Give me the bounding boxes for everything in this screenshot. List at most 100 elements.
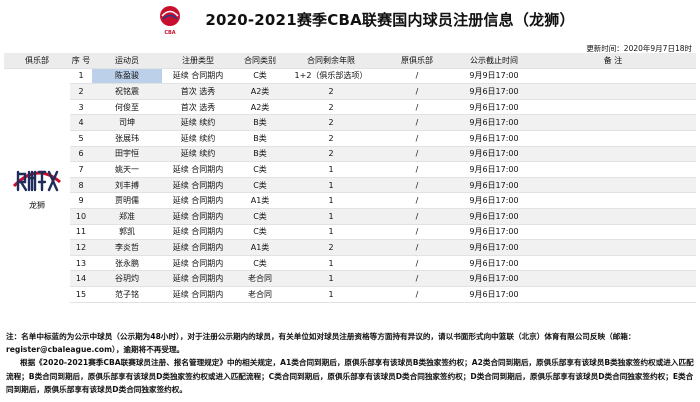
- cell-athlete: 何俊至: [92, 99, 162, 116]
- cell-number: 12: [70, 239, 92, 256]
- cell-original-club: /: [376, 161, 458, 178]
- cell-number: 11: [70, 224, 92, 241]
- table-row: 13 张永鹏 延续 合同期内 C类 1 / 9月6日17:00: [4, 255, 696, 272]
- cell-registration-type: 延续 续约: [162, 114, 234, 131]
- cell-number: 5: [70, 130, 92, 147]
- cell-contract-category: C类: [234, 255, 286, 272]
- header-remarks: 备 注: [530, 53, 696, 69]
- cell-contract-category: C类: [234, 177, 286, 194]
- cell-athlete[interactable]: 陈盈骏: [92, 68, 162, 85]
- header-original-club: 原俱乐部: [376, 53, 458, 69]
- cell-contract-category: A2类: [234, 83, 286, 100]
- cell-remaining-years: 1: [286, 161, 376, 178]
- table-row: 8 刘丰搏 延续 合同期内 C类 1 / 9月6日17:00: [4, 177, 696, 194]
- table-row: 6 田宇恒 延续 续约 B类 2 / 9月6日17:00: [4, 146, 696, 163]
- cell-remarks: [530, 161, 696, 178]
- cell-contract-category: 老合同: [234, 270, 286, 287]
- cell-number: 15: [70, 286, 92, 303]
- cell-athlete: 张永鹏: [92, 255, 162, 272]
- cell-remaining-years: 1: [286, 255, 376, 272]
- cell-contract-category: C类: [234, 68, 286, 85]
- cell-original-club: /: [376, 208, 458, 225]
- cell-athlete: 谷玥灼: [92, 270, 162, 287]
- cell-remaining-years: 2: [286, 83, 376, 100]
- cell-contract-category: C类: [234, 161, 286, 178]
- cell-registration-type: 首次 选秀: [162, 83, 234, 100]
- cell-contract-category: A1类: [234, 192, 286, 209]
- cell-athlete: 祝铭震: [92, 83, 162, 100]
- cell-deadline: 9月6日17:00: [458, 239, 530, 256]
- cell-athlete: 司坤: [92, 114, 162, 131]
- cell-remaining-years: 2: [286, 146, 376, 163]
- cell-original-club: /: [376, 270, 458, 287]
- table-row: 11 郭凯 延续 合同期内 C类 1 / 9月6日17:00: [4, 224, 696, 241]
- cell-registration-type: 延续 合同期内: [162, 192, 234, 209]
- cell-remaining-years: 1: [286, 177, 376, 194]
- cell-athlete: 范子铭: [92, 286, 162, 303]
- cell-contract-category: B类: [234, 146, 286, 163]
- cell-number: 14: [70, 270, 92, 287]
- cell-registration-type: 延续 续约: [162, 146, 234, 163]
- cell-number: 7: [70, 161, 92, 178]
- cell-original-club: /: [376, 114, 458, 131]
- cell-number: 1: [70, 68, 92, 85]
- table-row: 4 司坤 延续 续约 B类 2 / 9月6日17:00: [4, 114, 696, 131]
- cell-contract-category: C类: [234, 208, 286, 225]
- cell-registration-type: 延续 续约: [162, 130, 234, 147]
- cell-remarks: [530, 224, 696, 241]
- dragon-lion-logo-icon: [12, 170, 61, 191]
- cell-registration-type: 延续 合同期内: [162, 177, 234, 194]
- cell-athlete: 张展玮: [92, 130, 162, 147]
- cell-number: 6: [70, 146, 92, 163]
- header-remaining-years: 合同剩余年限: [286, 53, 376, 69]
- cell-athlete: 田宇恒: [92, 146, 162, 163]
- cell-remaining-years: 2: [286, 114, 376, 131]
- cell-original-club: /: [376, 83, 458, 100]
- cell-number: 13: [70, 255, 92, 272]
- cell-remarks: [530, 192, 696, 209]
- cell-deadline: 9月6日17:00: [458, 83, 530, 100]
- cell-deadline: 9月6日17:00: [458, 177, 530, 194]
- table-row: 14 谷玥灼 延续 合同期内 老合同 1 / 9月6日17:00: [4, 270, 696, 287]
- cell-remarks: [530, 177, 696, 194]
- header-club: 俱乐部: [4, 53, 70, 69]
- cell-registration-type: 延续 合同期内: [162, 286, 234, 303]
- cell-number: 2: [70, 83, 92, 100]
- cell-registration-type: 首次 选秀: [162, 99, 234, 116]
- table-row: 15 范子铭 延续 合同期内 老合同 1 / 9月6日17:00: [4, 286, 696, 303]
- cell-registration-type: 延续 合同期内: [162, 224, 234, 241]
- table-row: 12 李炎哲 延续 合同期内 A1类 2 / 9月6日17:00: [4, 239, 696, 256]
- note-regulations: 根据《2020-2021赛季CBA联赛球员注册、报名管理规定》中的相关规定，A1…: [6, 358, 694, 394]
- notes-section: 注：名单中标蓝的为公示中球员（公示期为48小时），对于注册公示期内的球员，有关单…: [6, 330, 694, 396]
- cell-registration-type: 延续 合同期内: [162, 208, 234, 225]
- cell-original-club: /: [376, 177, 458, 194]
- note-publicity: 注：名单中标蓝的为公示中球员（公示期为48小时），对于注册公示期内的球员，有关单…: [6, 332, 636, 355]
- cell-number: 8: [70, 177, 92, 194]
- cell-remaining-years: 1: [286, 286, 376, 303]
- cell-athlete: 刘丰搏: [92, 177, 162, 194]
- cell-contract-category: B类: [234, 130, 286, 147]
- cell-deadline: 9月6日17:00: [458, 255, 530, 272]
- cell-deadline: 9月6日17:00: [458, 270, 530, 287]
- header-deadline: 公示截止时间: [458, 53, 530, 69]
- cell-number: 9: [70, 192, 92, 209]
- table-body: 龙狮 1 陈盈骏 延续 合同期内 C类 1+2（俱乐部选项） / 9月9日17:…: [4, 68, 696, 303]
- cell-remarks: [530, 130, 696, 147]
- club-cell: 龙狮: [4, 68, 70, 302]
- cell-remaining-years: 2: [286, 239, 376, 256]
- cell-remarks: [530, 255, 696, 272]
- cell-contract-category: A1类: [234, 239, 286, 256]
- cell-original-club: /: [376, 255, 458, 272]
- cell-remaining-years: 1: [286, 224, 376, 241]
- cell-contract-category: B类: [234, 114, 286, 131]
- cell-deadline: 9月6日17:00: [458, 192, 530, 209]
- cell-remarks: [530, 68, 696, 85]
- cell-original-club: /: [376, 68, 458, 85]
- cell-remaining-years: 1: [286, 192, 376, 209]
- cell-original-club: /: [376, 239, 458, 256]
- table-row: 9 贾明儒 延续 合同期内 A1类 1 / 9月6日17:00: [4, 192, 696, 209]
- table-row: 5 张展玮 延续 续约 B类 2 / 9月6日17:00: [4, 130, 696, 147]
- cell-remarks: [530, 239, 696, 256]
- table-row: 2 祝铭震 首次 选秀 A2类 2 / 9月6日17:00: [4, 83, 696, 100]
- cell-original-club: /: [376, 192, 458, 209]
